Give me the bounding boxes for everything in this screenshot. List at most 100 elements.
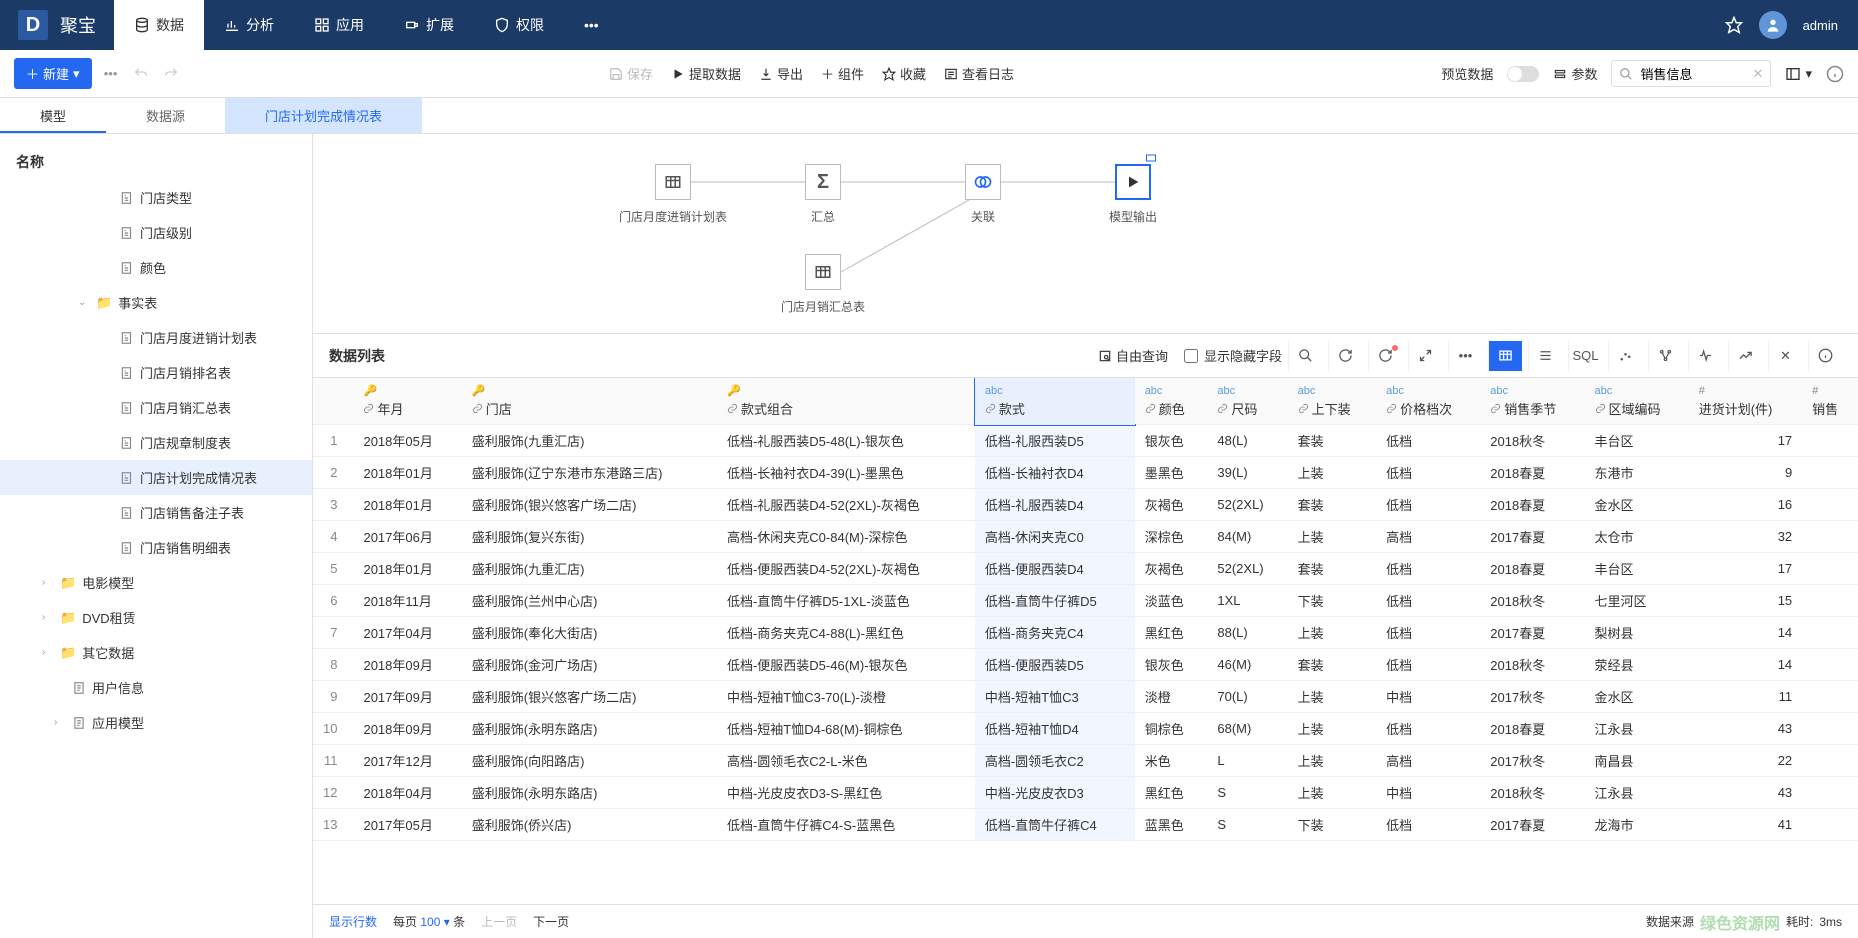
tree-item-电影模型[interactable]: ›📁电影模型 [0, 565, 312, 600]
table-row[interactable]: 6 2018年11月 盛利服饰(兰州中心店) 低档-直筒牛仔裤D5-1XL-淡蓝… [313, 585, 1858, 617]
free-query-button[interactable]: 自由查询 [1088, 346, 1178, 365]
list-view-tool[interactable] [1528, 341, 1562, 371]
avatar[interactable] [1759, 11, 1787, 39]
more-tool[interactable]: ••• [1448, 341, 1482, 371]
flow-node-join[interactable]: 关联 [965, 164, 1001, 225]
table-row[interactable]: 7 2017年04月 盛利服饰(奉化大街店) 低档-商务夹克C4-88(L)-黑… [313, 617, 1858, 649]
column-header-topbot[interactable]: abc上下装 [1288, 378, 1376, 425]
chevron-right-icon[interactable]: › [54, 717, 66, 728]
more-button[interactable]: ••• [100, 63, 122, 85]
trend-tool[interactable] [1728, 341, 1762, 371]
sql-tool[interactable]: SQL [1568, 341, 1602, 371]
tree-item-事实表[interactable]: ⌄📁事实表 [0, 285, 312, 320]
component-button[interactable]: ＋ 组件 [821, 64, 864, 83]
flow-node-summary[interactable]: 门店月销汇总表 [781, 254, 865, 315]
table-row[interactable]: 9 2017年09月 盛利服饰(银兴悠客广场二店) 中档-短袖T恤C3-70(L… [313, 681, 1858, 713]
nav-more[interactable]: ••• [564, 0, 619, 50]
tree-item-应用模型[interactable]: ›应用模型 [0, 705, 312, 740]
table-row[interactable]: 10 2018年09月 盛利服饰(永明东路店) 低档-短袖T恤D4-68(M)-… [313, 713, 1858, 745]
column-header-plan[interactable]: #进货计划(件) [1689, 378, 1802, 425]
column-header-ym[interactable]: 🔑年月 [353, 378, 461, 425]
next-page[interactable]: 下一页 [533, 913, 569, 930]
tree-item-用户信息[interactable]: 用户信息 [0, 670, 312, 705]
tree-item-门店月度进销计划表[interactable]: 门店月度进销计划表 [0, 320, 312, 355]
search-input[interactable] [1611, 60, 1771, 87]
table-row[interactable]: 12 2018年04月 盛利服饰(永明东路店) 中档-光皮皮衣D3-S-黑红色 … [313, 777, 1858, 809]
chevron-down-icon[interactable]: ⌄ [78, 297, 90, 308]
tree-item-其它数据[interactable]: ›📁其它数据 [0, 635, 312, 670]
pulse-tool[interactable] [1688, 341, 1722, 371]
flow-node-output[interactable]: 模型输出 [1109, 164, 1157, 225]
column-header-style[interactable]: abc款式 [975, 378, 1135, 425]
undo-button[interactable] [130, 63, 152, 85]
extract-button[interactable]: 提取数据 [671, 64, 741, 83]
nav-extend[interactable]: 扩展 [384, 0, 474, 50]
nav-data[interactable]: 数据 [114, 0, 204, 50]
username[interactable]: admin [1803, 18, 1838, 33]
table-row[interactable]: 2 2018年01月 盛利服饰(辽宁东港市东港路三店) 低档-长袖衬衣D4-39… [313, 457, 1858, 489]
chevron-right-icon[interactable]: › [42, 647, 54, 658]
nav-auth[interactable]: 权限 [474, 0, 564, 50]
search-tool[interactable] [1288, 341, 1322, 371]
column-header-grade[interactable]: abc价格档次 [1376, 378, 1480, 425]
page-size[interactable]: 100 ▾ [420, 915, 453, 929]
flow-canvas[interactable]: 门店月度进销计划表 Σ汇总 关联 模型输出门店月销汇总表 [313, 134, 1858, 334]
table-row[interactable]: 13 2017年05月 盛利服饰(侨兴店) 低档-直筒牛仔裤C4-S-蓝黑色 低… [313, 809, 1858, 841]
nav-app[interactable]: 应用 [294, 0, 384, 50]
tree-item-门店月销排名表[interactable]: 门店月销排名表 [0, 355, 312, 390]
tree-item-门店类型[interactable]: 门店类型 [0, 180, 312, 215]
show-hidden-checkbox[interactable]: 显示隐藏字段 [1184, 346, 1282, 365]
tree-item-门店销售备注子表[interactable]: 门店销售备注子表 [0, 495, 312, 530]
new-button[interactable]: ＋ 新建 ▾ [14, 58, 92, 89]
logs-button[interactable]: 查看日志 [944, 64, 1014, 83]
nav-analysis[interactable]: 分析 [204, 0, 294, 50]
tree-item-门店销售明细表[interactable]: 门店销售明细表 [0, 530, 312, 565]
params-button[interactable]: 参数 [1553, 64, 1597, 83]
table-row[interactable]: 1 2018年05月 盛利服饰(九重汇店) 低档-礼服西装D5-48(L)-银灰… [313, 425, 1858, 457]
tree-item-门店级别[interactable]: 门店级别 [0, 215, 312, 250]
info-tool[interactable] [1808, 341, 1842, 371]
flow-node-sum[interactable]: Σ汇总 [805, 164, 841, 225]
export-button[interactable]: 导出 [759, 64, 803, 83]
tree-item-颜色[interactable]: 颜色 [0, 250, 312, 285]
tree-item-DVD租赁[interactable]: ›📁DVD租赁 [0, 600, 312, 635]
flow-node-plan[interactable]: 门店月度进销计划表 [619, 164, 727, 225]
column-header-store[interactable]: 🔑门店 [462, 378, 717, 425]
layout-button[interactable]: ▾ [1785, 66, 1812, 82]
table-row[interactable]: 3 2018年01月 盛利服饰(银兴悠客广场二店) 低档-礼服西装D4-52(2… [313, 489, 1858, 521]
favorite-button[interactable]: 收藏 [882, 64, 926, 83]
info-icon[interactable] [1826, 65, 1844, 83]
refresh-tool[interactable] [1328, 341, 1362, 371]
show-hidden-input[interactable] [1184, 349, 1198, 363]
table-row[interactable]: 8 2018年09月 盛利服饰(金河广场店) 低档-便服西装D5-46(M)-银… [313, 649, 1858, 681]
column-header-color[interactable]: abc颜色 [1135, 378, 1208, 425]
relation-tool[interactable] [1648, 341, 1682, 371]
table-row[interactable]: 5 2018年01月 盛利服饰(九重汇店) 低档-便服西装D4-52(2XL)-… [313, 553, 1858, 585]
table-row[interactable]: 11 2017年12月 盛利服饰(向阳路店) 高档-圆领毛衣C2-L-米色 高档… [313, 745, 1858, 777]
tree-item-门店规章制度表[interactable]: 门店规章制度表 [0, 425, 312, 460]
table-row[interactable]: 4 2017年06月 盛利服饰(复兴东街) 高档-休闲夹克C0-84(M)-深棕… [313, 521, 1858, 553]
chevron-right-icon[interactable]: › [42, 612, 54, 623]
tab-current-file[interactable]: 门店计划完成情况表 [225, 98, 422, 133]
column-header-size[interactable]: abc尺码 [1207, 378, 1287, 425]
tree-item-门店月销汇总表[interactable]: 门店月销汇总表 [0, 390, 312, 425]
chevron-right-icon[interactable]: › [42, 577, 54, 588]
scatter-tool[interactable] [1608, 341, 1642, 371]
tab-datasource[interactable]: 数据源 [106, 98, 225, 133]
expand-tool[interactable] [1408, 341, 1442, 371]
tree-item-门店计划完成情况表[interactable]: 门店计划完成情况表 [0, 460, 312, 495]
close-tool[interactable]: ✕ [1768, 341, 1802, 371]
save-button[interactable]: 保存 [609, 64, 653, 83]
table-wrap[interactable]: 🔑年月🔑门店🔑款式组合abc款式abc颜色abc尺码abc上下装abc价格档次a… [313, 378, 1858, 904]
table-view-tool[interactable] [1488, 341, 1522, 371]
refresh-badge-tool[interactable] [1368, 341, 1402, 371]
prev-page[interactable]: 上一页 [481, 913, 517, 930]
column-header-season[interactable]: abc销售季节 [1480, 378, 1584, 425]
column-header-region[interactable]: abc区域编码 [1585, 378, 1689, 425]
redo-button[interactable] [160, 63, 182, 85]
tab-model[interactable]: 模型 [0, 98, 106, 133]
column-header-sales[interactable]: #销售 [1802, 378, 1858, 425]
clear-search-icon[interactable]: ✕ [1753, 66, 1764, 82]
preview-toggle[interactable] [1507, 66, 1539, 82]
column-header-combo[interactable]: 🔑款式组合 [717, 378, 975, 425]
